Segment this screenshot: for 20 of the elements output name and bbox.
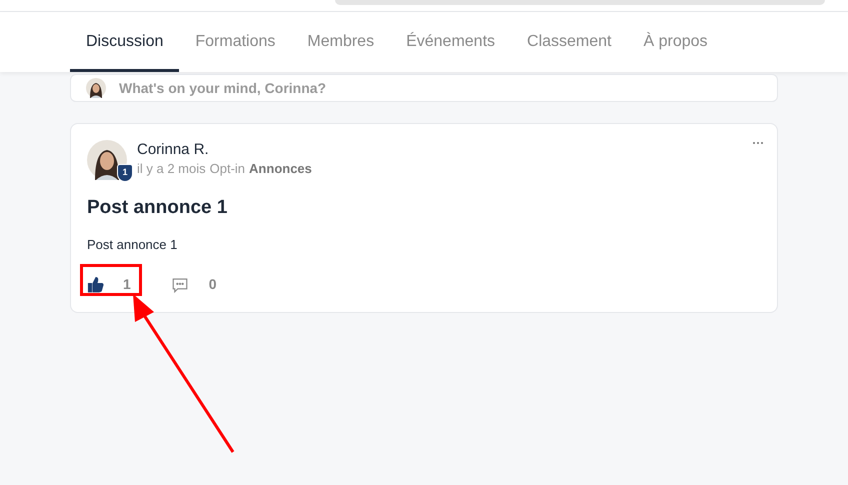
tab[interactable]: Événements xyxy=(390,12,512,72)
comment-icon xyxy=(170,276,189,294)
post-composer-field[interactable]: What's on your mind, Corinna? xyxy=(70,74,778,102)
avatar xyxy=(87,140,127,180)
space-link[interactable]: Annonces xyxy=(249,160,312,178)
tab[interactable]: À propos xyxy=(628,12,724,72)
audience-label: Opt-in xyxy=(210,160,246,178)
like-button[interactable]: 1 xyxy=(87,274,131,295)
tab[interactable]: Membres xyxy=(291,12,390,72)
tab[interactable]: Formations xyxy=(179,12,292,72)
avatar xyxy=(86,78,106,98)
tab[interactable]: Classement xyxy=(511,12,628,72)
post-body: Post annonce 1 xyxy=(87,236,178,254)
thumbs-up-icon xyxy=(87,276,105,294)
post-time: il y a 2 mois xyxy=(137,160,206,178)
level-badge: 1 xyxy=(117,164,133,182)
post-title: Post annonce 1 xyxy=(87,196,228,220)
comment-button[interactable]: 0 xyxy=(170,274,217,295)
search-field[interactable] xyxy=(335,0,825,5)
author-name[interactable]: Corinna R. xyxy=(137,140,312,160)
